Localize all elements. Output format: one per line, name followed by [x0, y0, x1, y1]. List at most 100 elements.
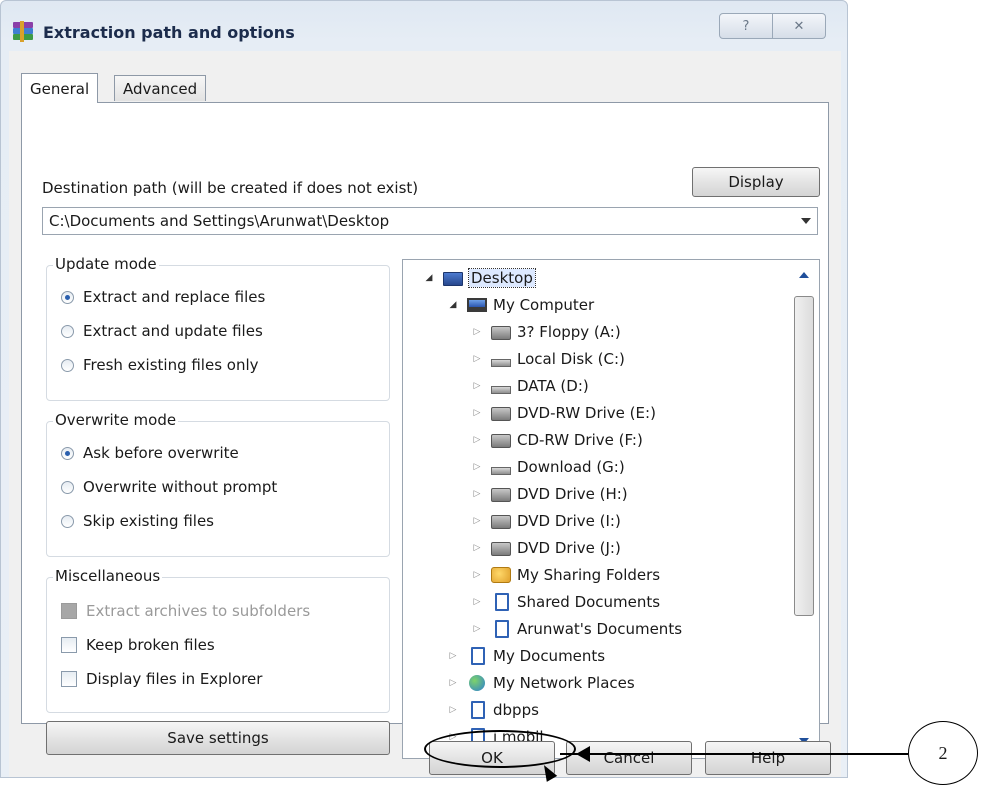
miscellaneous-title: Miscellaneous [53, 567, 163, 585]
tree-item-floppy[interactable]: ▷ 3? Floppy (A:) [471, 320, 621, 344]
expand-arrow-icon[interactable]: ▷ [447, 651, 459, 661]
chevron-down-icon[interactable] [801, 218, 811, 224]
scroll-up-arrow-icon[interactable] [799, 272, 809, 278]
checkbox-display-in-explorer[interactable]: Display files in Explorer [61, 670, 262, 688]
tree-item-label: DATA (D:) [517, 377, 589, 395]
collapse-arrow-icon[interactable]: ◢ [447, 300, 459, 310]
tree-scrollbar[interactable] [793, 266, 815, 752]
radio-button-icon[interactable] [61, 290, 74, 304]
tree-item-arunwats-documents[interactable]: ▷ Arunwat's Documents [471, 617, 682, 641]
tree-item-label: My Computer [493, 296, 595, 314]
expand-arrow-icon[interactable]: ▷ [447, 678, 459, 688]
radio-button-icon[interactable] [61, 514, 74, 528]
checkbox-icon[interactable] [61, 671, 77, 687]
scrollbar-thumb[interactable] [794, 296, 814, 616]
tree-item-label: DVD-RW Drive (E:) [517, 404, 656, 422]
radio-overwrite-without-prompt[interactable]: Overwrite without prompt [61, 478, 277, 496]
tree-item-label: CD-RW Drive (F:) [517, 431, 643, 449]
expand-arrow-icon[interactable]: ▷ [471, 543, 483, 553]
expand-arrow-icon[interactable]: ▷ [471, 327, 483, 337]
tree-item-label: My Network Places [493, 674, 635, 692]
radio-button-icon[interactable] [61, 358, 74, 372]
expand-arrow-icon[interactable]: ▷ [471, 408, 483, 418]
collapse-arrow-icon[interactable]: ◢ [423, 273, 435, 283]
tree-item-data-d[interactable]: ▷ DATA (D:) [471, 374, 589, 398]
callout-line [560, 753, 908, 755]
checkbox-icon[interactable] [61, 637, 77, 653]
tree-item-dvd-rw-e[interactable]: ▷ DVD-RW Drive (E:) [471, 401, 656, 425]
expand-arrow-icon[interactable]: ▷ [471, 597, 483, 607]
tree-item-label: Local Disk (C:) [517, 350, 625, 368]
expand-arrow-icon[interactable]: ▷ [471, 462, 483, 472]
tree-item-label: Shared Documents [517, 593, 661, 611]
help-button[interactable]: ? [719, 13, 773, 39]
radio-button-icon[interactable] [61, 324, 74, 338]
tree-item-my-sharing-folders[interactable]: ▷ My Sharing Folders [471, 563, 661, 587]
tree-item-desktop[interactable]: ◢ Desktop [423, 266, 536, 290]
callout-arrow-icon [576, 746, 590, 762]
tree-item-my-network-places[interactable]: ▷ My Network Places [447, 671, 635, 695]
destination-path-combobox[interactable]: C:\Documents and Settings\Arunwat\Deskto… [42, 207, 818, 235]
folder-tree[interactable]: ◢ Desktop ◢ My Computer ▷ 3? Floppy (A:)… [402, 259, 820, 759]
tree-item-label: 3? Floppy (A:) [517, 323, 621, 341]
radio-label: Skip existing files [83, 512, 214, 530]
tree-item-dvd-i[interactable]: ▷ DVD Drive (I:) [471, 509, 621, 533]
checkbox-label: Display files in Explorer [86, 670, 263, 688]
tree-item-label: dbpps [493, 701, 539, 719]
hard-drive-icon [491, 359, 511, 367]
radio-extract-update[interactable]: Extract and update files [61, 322, 263, 340]
expand-arrow-icon[interactable]: ▷ [447, 705, 459, 715]
tree-item-my-computer[interactable]: ◢ My Computer [447, 293, 595, 317]
callout-ellipse [424, 730, 576, 768]
tree-item-label: Arunwat's Documents [517, 620, 683, 638]
expand-arrow-icon[interactable]: ▷ [471, 435, 483, 445]
expand-arrow-icon[interactable]: ▷ [471, 624, 483, 634]
tree-item-dbpps[interactable]: ▷ dbpps [447, 698, 539, 722]
desktop-icon [443, 272, 463, 286]
expand-arrow-icon[interactable]: ▷ [471, 516, 483, 526]
network-icon [469, 675, 485, 691]
tree-item-local-disk-c[interactable]: ▷ Local Disk (C:) [471, 347, 625, 371]
dvd-drive-icon [491, 515, 511, 529]
floppy-drive-icon [491, 326, 511, 340]
hard-drive-icon [491, 386, 511, 394]
tab-general[interactable]: General [21, 73, 99, 103]
extraction-dialog: Extraction path and options ? ✕ General … [0, 0, 848, 778]
help-footer-button[interactable]: Help [705, 741, 831, 775]
update-mode-title: Update mode [53, 255, 159, 273]
tree-item-cd-rw-f[interactable]: ▷ CD-RW Drive (F:) [471, 428, 643, 452]
save-settings-button[interactable]: Save settings [46, 721, 390, 755]
overwrite-mode-group: Overwrite mode Ask before overwrite Over… [46, 411, 390, 557]
radio-button-icon[interactable] [61, 446, 74, 460]
tree-item-shared-documents[interactable]: ▷ Shared Documents [471, 590, 660, 614]
tree-item-dvd-j[interactable]: ▷ DVD Drive (J:) [471, 536, 621, 560]
expand-arrow-icon[interactable]: ▷ [471, 489, 483, 499]
destination-label: Destination path (will be created if doe… [42, 179, 419, 197]
radio-label: Extract and update files [83, 322, 263, 340]
sharing-folder-icon [491, 567, 511, 583]
radio-fresh-existing[interactable]: Fresh existing files only [61, 356, 259, 374]
expand-arrow-icon[interactable]: ▷ [471, 381, 483, 391]
expand-arrow-icon[interactable]: ▷ [471, 354, 483, 364]
radio-skip-existing[interactable]: Skip existing files [61, 512, 214, 530]
tree-item-label: DVD Drive (H:) [517, 485, 628, 503]
expand-arrow-icon[interactable]: ▷ [471, 570, 483, 580]
tree-item-download-g[interactable]: ▷ Download (G:) [471, 455, 625, 479]
radio-button-icon[interactable] [61, 480, 74, 494]
general-panel: Destination path (will be created if doe… [21, 102, 829, 759]
radio-extract-replace[interactable]: Extract and replace files [61, 288, 265, 306]
tree-item-label: My Sharing Folders [517, 566, 661, 584]
checkbox-keep-broken-files[interactable]: Keep broken files [61, 636, 215, 654]
winrar-app-icon [13, 21, 33, 42]
close-button[interactable]: ✕ [773, 13, 826, 39]
display-button[interactable]: Display [692, 167, 820, 197]
caption-buttons: ? ✕ [719, 13, 826, 39]
radio-ask-before-overwrite[interactable]: Ask before overwrite [61, 444, 239, 462]
radio-label: Ask before overwrite [83, 444, 239, 462]
tree-item-my-documents[interactable]: ▷ My Documents [447, 644, 605, 668]
window-title: Extraction path and options [43, 23, 295, 42]
tree-item-label: Download (G:) [517, 458, 625, 476]
tab-advanced[interactable]: Advanced [114, 75, 207, 101]
callout-number: 2 [908, 721, 978, 785]
tree-item-dvd-h[interactable]: ▷ DVD Drive (H:) [471, 482, 628, 506]
